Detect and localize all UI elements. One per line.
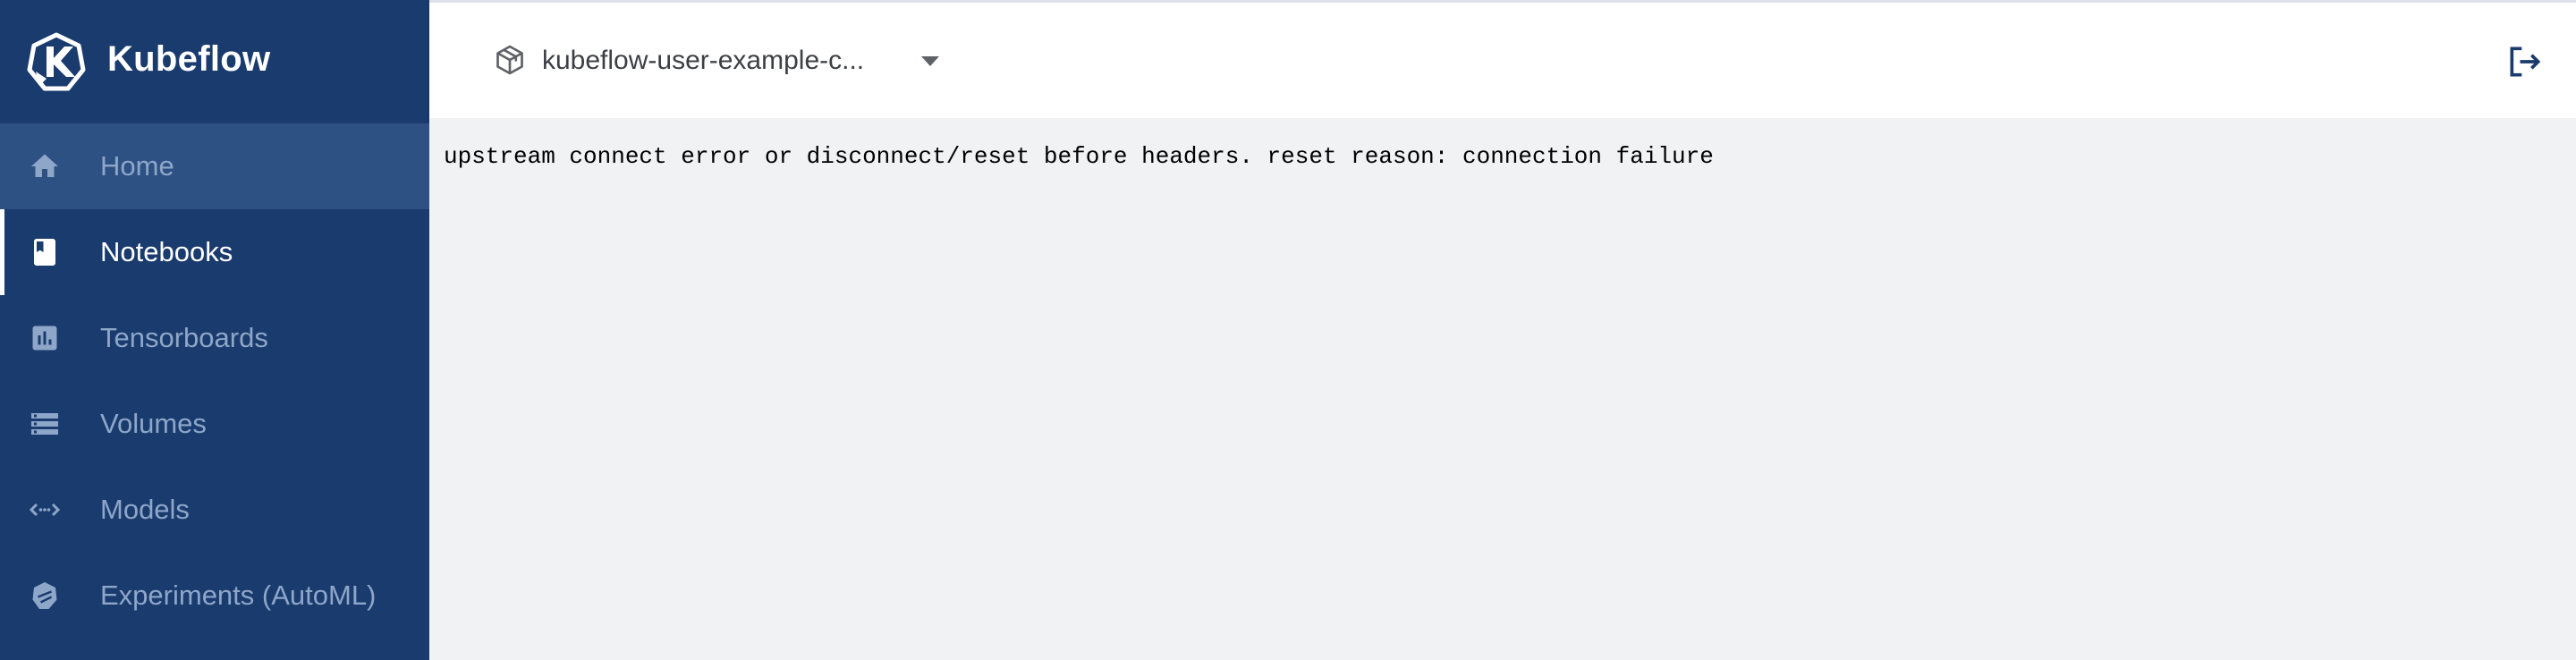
- sidebar-item-tensorboards[interactable]: Tensorboards: [0, 295, 429, 381]
- experiment-icon: [32, 582, 57, 609]
- home-icon: [31, 154, 58, 177]
- sidebar-item-experiments-automl[interactable]: Experiments (AutoML): [0, 553, 429, 639]
- main-content: upstream connect error or disconnect/res…: [429, 118, 2576, 660]
- sidebar-item-label: Experiments (AutoML): [100, 580, 377, 611]
- sidebar: Kubeflow Home Notebooks Tensorboards Vol…: [0, 0, 429, 660]
- sidebar-item-label: Notebooks: [100, 236, 233, 267]
- namespace-label: kubeflow-user-example-c...: [542, 46, 865, 75]
- namespace-selector[interactable]: kubeflow-user-example-c...: [494, 37, 939, 87]
- notebook-icon: [34, 239, 55, 266]
- bar-chart-icon: [32, 326, 57, 351]
- sidebar-item-models[interactable]: Models: [0, 467, 429, 553]
- sidebar-item-home[interactable]: Home: [0, 123, 429, 209]
- logout-icon[interactable]: [2504, 42, 2546, 81]
- sidebar-item-notebooks[interactable]: Notebooks: [0, 209, 429, 295]
- sidebar-item-label: Models: [100, 494, 190, 525]
- sidebar-item-label: Volumes: [100, 408, 207, 439]
- code-arrows-icon: [29, 503, 61, 517]
- sidebar-nav: Home Notebooks Tensorboards Volumes Mode…: [0, 123, 429, 639]
- top-bar: kubeflow-user-example-c...: [429, 0, 2576, 118]
- cube-icon: [496, 45, 523, 75]
- sidebar-item-label: Tensorboards: [100, 322, 268, 353]
- sidebar-item-label: Home: [100, 150, 174, 182]
- chevron-down-icon[interactable]: [921, 56, 939, 66]
- brand[interactable]: Kubeflow: [0, 0, 429, 123]
- storage-icon: [31, 413, 58, 435]
- app-window: Kubeflow Home Notebooks Tensorboards Vol…: [0, 0, 2576, 660]
- sidebar-item-volumes[interactable]: Volumes: [0, 381, 429, 467]
- brand-name: Kubeflow: [107, 39, 271, 79]
- error-message: upstream connect error or disconnect/res…: [444, 143, 1714, 170]
- kubeflow-logo-icon: [27, 32, 86, 91]
